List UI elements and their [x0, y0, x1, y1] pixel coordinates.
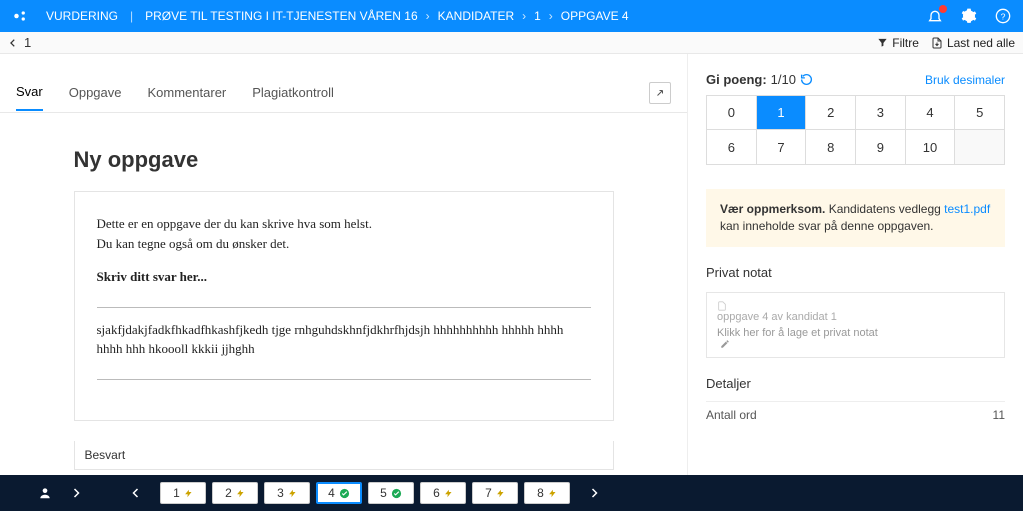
- chevron-right-icon: ›: [520, 9, 528, 23]
- score-cell-7[interactable]: 7: [757, 130, 807, 164]
- bolt-icon: [548, 488, 557, 499]
- answer-paper: Dette er en oppgave der du kan skrive hv…: [74, 191, 614, 421]
- filter-button[interactable]: Filtre: [877, 36, 919, 50]
- top-bar: VURDERING | PRØVE TIL TESTING I IT-TJENE…: [0, 0, 1023, 32]
- words-value: 11: [993, 408, 1005, 422]
- score-cell-5[interactable]: 5: [955, 96, 1005, 130]
- score-cell-10[interactable]: 10: [906, 130, 956, 164]
- separator: [97, 379, 591, 380]
- breadcrumb-root[interactable]: VURDERING: [40, 9, 124, 23]
- detail-row-words: Antall ord 11: [706, 401, 1005, 422]
- question-button-3[interactable]: 3: [264, 482, 310, 504]
- tab-svar[interactable]: Svar: [16, 84, 43, 111]
- score-grid: 012345 678910: [706, 95, 1005, 165]
- alert-strong: Vær oppmerksom.: [720, 202, 825, 216]
- help-button[interactable]: ?: [995, 8, 1011, 24]
- bottom-bar: 12345678: [0, 475, 1023, 511]
- tab-kommentarer[interactable]: Kommentarer: [148, 85, 227, 110]
- download-all-button[interactable]: Last ned alle: [931, 36, 1015, 50]
- app-logo: [12, 7, 30, 25]
- private-note-heading: Privat notat: [706, 265, 1005, 286]
- attachment-link[interactable]: test1.pdf: [944, 202, 990, 216]
- bolt-icon: [288, 488, 297, 499]
- bolt-icon: [496, 488, 505, 499]
- bolt-icon: [444, 488, 453, 499]
- separator: [97, 307, 591, 308]
- question-button-1[interactable]: 1: [160, 482, 206, 504]
- breadcrumb-item-3[interactable]: OPPGAVE 4: [555, 9, 635, 23]
- question-button-6[interactable]: 6: [420, 482, 466, 504]
- prev-candidate-button[interactable]: [8, 38, 18, 48]
- next-question-button[interactable]: [588, 487, 600, 499]
- task-line-2: Du kan tegne også om du ønsker det.: [97, 234, 591, 254]
- score-cell-3[interactable]: 3: [856, 96, 906, 130]
- use-decimals-link[interactable]: Bruk desimaler: [925, 73, 1005, 87]
- next-candidate-button[interactable]: [70, 487, 82, 499]
- question-button-4[interactable]: 4: [316, 482, 362, 504]
- chevron-right-icon: ›: [547, 9, 555, 23]
- sub-bar: 1 Filtre Last ned alle: [0, 32, 1023, 54]
- page-title: Ny oppgave: [74, 147, 614, 173]
- reset-score-button[interactable]: [800, 73, 813, 86]
- score-header: Gi poeng: 1/10 Bruk desimaler: [688, 54, 1023, 95]
- answer-line-1: sjakfjdakjfadkfhkadfhkashfjkedh tjge rnh…: [97, 320, 591, 340]
- content-scroll[interactable]: Ny oppgave Dette er en oppgave der du ka…: [0, 113, 687, 475]
- check-icon: [391, 488, 402, 499]
- prev-question-button[interactable]: [130, 487, 142, 499]
- breadcrumb-item-2[interactable]: 1: [528, 9, 547, 23]
- answer-line-2: hhhh hhh hkoooll kkkii jjhghh: [97, 339, 591, 359]
- score-cell-9[interactable]: 9: [856, 130, 906, 164]
- answer-status: Besvart: [74, 441, 614, 470]
- note-context: oppgave 4 av kandidat 1: [717, 301, 994, 323]
- expand-button[interactable]: [649, 82, 671, 104]
- notification-dot: [939, 5, 947, 13]
- alert-text-1: Kandidatens vedlegg: [825, 202, 944, 216]
- left-pane: Svar Oppgave Kommentarer Plagiatkontroll…: [0, 54, 688, 475]
- task-prompt: Skriv ditt svar her...: [97, 267, 591, 287]
- score-current: 1/10: [771, 72, 796, 87]
- chevron-right-icon: ›: [424, 9, 432, 23]
- details-heading: Detaljer: [706, 376, 1005, 397]
- question-button-8[interactable]: 8: [524, 482, 570, 504]
- question-button-5[interactable]: 5: [368, 482, 414, 504]
- question-buttons: 12345678: [160, 482, 570, 504]
- check-icon: [339, 488, 350, 499]
- right-pane: Gi poeng: 1/10 Bruk desimaler 012345 678…: [688, 54, 1023, 475]
- score-cell-empty: [955, 130, 1005, 164]
- candidate-icon[interactable]: [38, 486, 52, 500]
- question-button-7[interactable]: 7: [472, 482, 518, 504]
- note-placeholder: Klikk her for å lage et privat notat: [717, 327, 994, 349]
- words-label: Antall ord: [706, 408, 757, 422]
- breadcrumb-item-0[interactable]: PRØVE TIL TESTING I IT-TJENESTEN VÅREN 1…: [139, 9, 424, 23]
- score-cell-6[interactable]: 6: [707, 130, 757, 164]
- score-cell-8[interactable]: 8: [806, 130, 856, 164]
- settings-button[interactable]: [961, 8, 977, 24]
- svg-text:?: ?: [1001, 11, 1006, 21]
- bolt-icon: [236, 488, 245, 499]
- score-cell-4[interactable]: 4: [906, 96, 956, 130]
- bolt-icon: [184, 488, 193, 499]
- tabs-row: Svar Oppgave Kommentarer Plagiatkontroll: [0, 54, 687, 113]
- question-button-2[interactable]: 2: [212, 482, 258, 504]
- current-candidate: 1: [24, 35, 31, 50]
- breadcrumb-item-1[interactable]: KANDIDATER: [432, 9, 520, 23]
- attachment-alert: Vær oppmerksom. Kandidatens vedlegg test…: [706, 189, 1005, 247]
- alert-text-2: kan inneholde svar på denne oppgaven.: [720, 219, 934, 233]
- score-cell-1[interactable]: 1: [757, 96, 807, 130]
- task-line-1: Dette er en oppgave der du kan skrive hv…: [97, 214, 591, 234]
- tab-oppgave[interactable]: Oppgave: [69, 85, 122, 110]
- private-note-box[interactable]: oppgave 4 av kandidat 1 Klikk her for å …: [706, 292, 1005, 358]
- notifications-button[interactable]: [927, 8, 943, 24]
- score-cell-2[interactable]: 2: [806, 96, 856, 130]
- score-label: Gi poeng:: [706, 72, 767, 87]
- breadcrumb-divider: |: [124, 9, 139, 23]
- tab-plagiat[interactable]: Plagiatkontroll: [252, 85, 334, 110]
- main-area: Svar Oppgave Kommentarer Plagiatkontroll…: [0, 54, 1023, 475]
- score-cell-0[interactable]: 0: [707, 96, 757, 130]
